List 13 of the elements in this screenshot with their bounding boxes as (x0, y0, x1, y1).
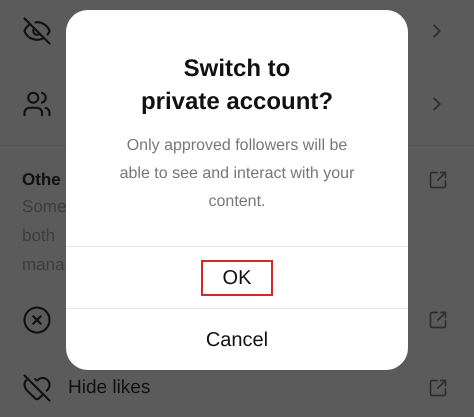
external-link-icon (428, 170, 448, 190)
dialog-message: Only approved followers will be able to see and interact with your content. (118, 136, 356, 212)
dialog-button[interactable]: Cancel (184, 322, 290, 358)
section-title: Othe (22, 169, 62, 191)
action-label: Hide likes (68, 376, 150, 400)
heart-off-icon (22, 373, 52, 403)
eye-off-icon (22, 16, 52, 46)
external-link-icon (428, 310, 448, 330)
x-circle-icon (22, 305, 52, 335)
dialog-title: Switch to private account? (140, 54, 334, 117)
external-link-icon (428, 378, 448, 398)
dialog-button[interactable]: OK (200, 260, 274, 296)
people-icon (22, 88, 52, 118)
